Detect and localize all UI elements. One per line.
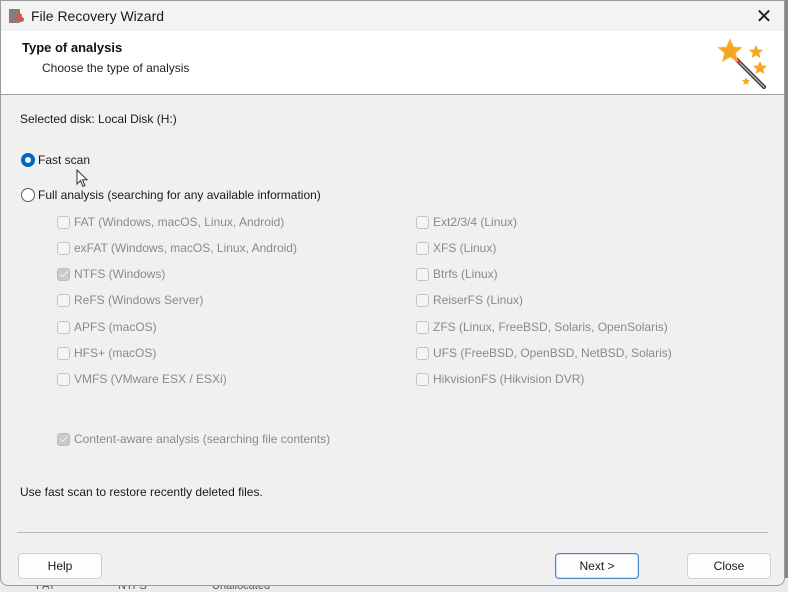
checkbox[interactable] [416,293,429,307]
title-bar: File Recovery Wizard ✕ [1,1,784,31]
fs-checkbox-xfs[interactable]: XFS (Linux) [416,241,496,255]
hint-text: Use fast scan to restore recently delete… [20,485,263,499]
recovery-app-icon [9,8,25,24]
checkbox[interactable] [57,346,70,360]
fs-checkbox-ufs[interactable]: UFS (FreeBSD, OpenBSD, NetBSD, Solaris) [416,346,672,360]
full-analysis-label: Full analysis (searching for any availab… [38,188,321,202]
fs-label: HikvisionFS (Hikvision DVR) [433,372,585,386]
checkbox[interactable] [57,372,70,386]
fs-checkbox-hfsplus[interactable]: HFS+ (macOS) [57,346,156,360]
wizard-footer: Help Next > Close [1,547,784,585]
fs-label: NTFS (Windows) [74,267,166,281]
fs-label: XFS (Linux) [433,241,497,255]
fs-label: ReiserFS (Linux) [433,293,524,307]
checkbox[interactable] [416,241,429,255]
help-button[interactable]: Help [18,553,102,579]
fs-label: exFAT (Windows, macOS, Linux, Android) [74,241,297,255]
fs-checkbox-refs[interactable]: ReFS (Windows Server) [57,293,203,307]
fs-checkbox-fat[interactable]: FAT (Windows, macOS, Linux, Android) [57,215,284,229]
wizard-header: Type of analysis Choose the type of anal… [1,31,784,95]
file-recovery-wizard-dialog: File Recovery Wizard ✕ Type of analysis … [0,0,785,586]
fs-label: UFS (FreeBSD, OpenBSD, NetBSD, Solaris) [433,346,672,360]
fs-checkbox-exfat[interactable]: exFAT (Windows, macOS, Linux, Android) [57,241,297,255]
radio-button-checked[interactable] [21,153,35,167]
checkbox-checked[interactable] [57,267,70,281]
checkbox[interactable] [57,320,70,334]
checkbox[interactable] [57,241,70,255]
fs-label: FAT (Windows, macOS, Linux, Android) [74,215,285,229]
fast-scan-label: Fast scan [38,153,91,167]
content-aware-label: Content-aware analysis (searching file c… [74,432,331,446]
checkbox[interactable] [416,215,429,229]
fast-scan-radio[interactable]: Fast scan [21,153,90,167]
fs-checkbox-hikvisionfs[interactable]: HikvisionFS (Hikvision DVR) [416,372,584,386]
checkbox[interactable] [57,215,70,229]
fs-label: HFS+ (macOS) [74,346,157,360]
close-button[interactable]: Close [687,553,771,579]
fs-checkbox-zfs[interactable]: ZFS (Linux, FreeBSD, Solaris, OpenSolari… [416,320,668,334]
fs-checkbox-ntfs[interactable]: NTFS (Windows) [57,267,165,281]
fs-label: Ext2/3/4 (Linux) [433,215,518,229]
window-title: File Recovery Wizard [31,8,165,24]
fs-checkbox-btrfs[interactable]: Btrfs (Linux) [416,267,498,281]
checkbox-checked[interactable] [57,432,70,446]
close-icon[interactable]: ✕ [752,4,776,28]
page-title: Type of analysis [22,40,123,55]
wizard-content: Selected disk: Local Disk (H:) Fast scan… [1,95,784,547]
checkbox[interactable] [57,293,70,307]
mouse-cursor-icon [76,169,89,188]
fs-label: APFS (macOS) [74,320,157,334]
fs-checkbox-ext[interactable]: Ext2/3/4 (Linux) [416,215,517,229]
next-button[interactable]: Next > [555,553,639,579]
radio-button[interactable] [21,188,35,202]
content-aware-checkbox[interactable]: Content-aware analysis (searching file c… [57,432,330,446]
magic-wand-icon [716,38,767,89]
full-analysis-radio[interactable]: Full analysis (searching for any availab… [21,188,321,202]
fs-label: ZFS (Linux, FreeBSD, Solaris, OpenSolari… [433,320,668,334]
fs-label: ReFS (Windows Server) [74,293,204,307]
checkbox[interactable] [416,346,429,360]
fs-checkbox-apfs[interactable]: APFS (macOS) [57,320,157,334]
checkbox[interactable] [416,267,429,281]
fs-label: Btrfs (Linux) [433,267,498,281]
page-subtitle: Choose the type of analysis [42,61,190,75]
selected-disk-label: Selected disk: Local Disk (H:) [20,112,177,126]
fs-label: VMFS (VMware ESX / ESXi) [74,372,227,386]
footer-divider [17,532,768,533]
fs-checkbox-vmfs[interactable]: VMFS (VMware ESX / ESXi) [57,372,227,386]
fs-checkbox-reiserfs[interactable]: ReiserFS (Linux) [416,293,523,307]
checkbox[interactable] [416,372,429,386]
checkbox[interactable] [416,320,429,334]
